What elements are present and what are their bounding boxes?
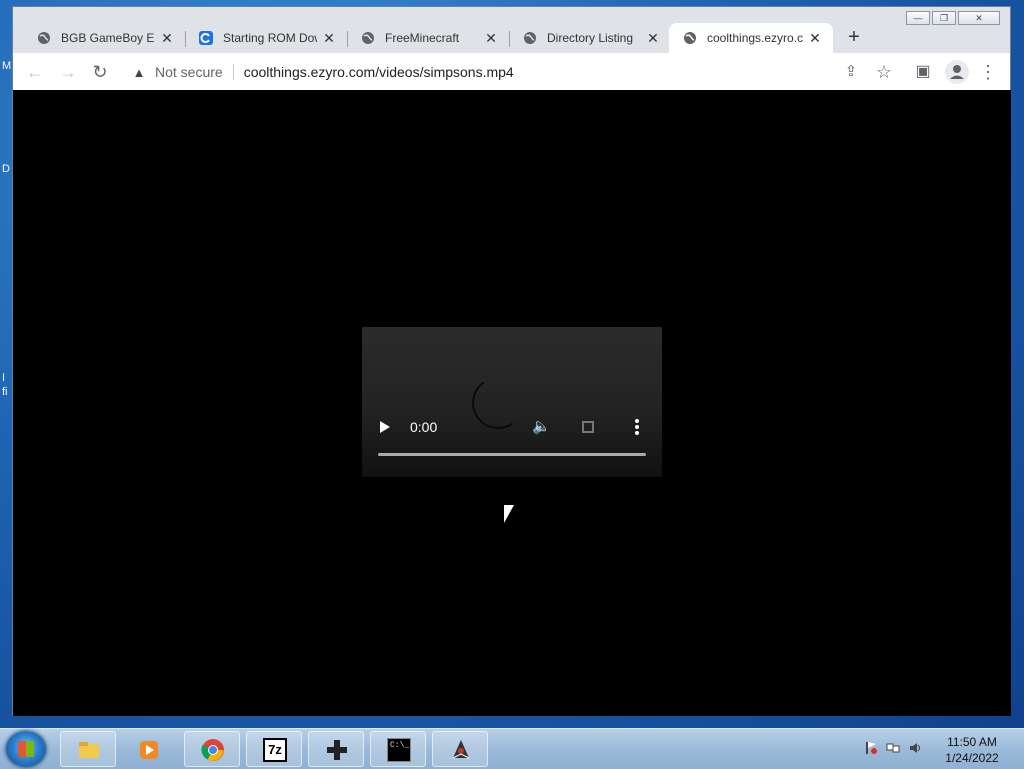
taskbar-7zip[interactable]: 7z bbox=[246, 731, 302, 767]
security-status[interactable]: Not secure bbox=[155, 64, 223, 80]
tab-close-button[interactable]: ✕ bbox=[159, 30, 175, 47]
tab-title: Directory Listing bbox=[547, 31, 634, 45]
side-panel-icon[interactable]: ▣ bbox=[913, 62, 933, 82]
flag-icon[interactable] bbox=[864, 741, 878, 755]
progress-track[interactable] bbox=[378, 453, 646, 456]
tab-starting-rom[interactable]: Starting ROM Dow ✕ bbox=[185, 23, 347, 53]
tab-title: coolthings.ezyro.c bbox=[707, 31, 803, 45]
globe-icon bbox=[38, 32, 50, 44]
tab-close-button[interactable]: ✕ bbox=[321, 30, 337, 47]
fullscreen-icon[interactable] bbox=[582, 421, 594, 433]
tab-directory-listing[interactable]: Directory Listing ✕ bbox=[509, 23, 671, 53]
refresh-site-icon bbox=[199, 31, 213, 45]
url-text[interactable]: coolthings.ezyro.com/videos/simpsons.mp4 bbox=[244, 64, 514, 80]
menu-kebab-icon[interactable]: ⋮ bbox=[978, 62, 998, 82]
globe-icon bbox=[684, 32, 696, 44]
omnibox-divider bbox=[232, 64, 234, 80]
taskbar-java[interactable] bbox=[432, 731, 488, 767]
tab-close-button[interactable]: ✕ bbox=[807, 30, 823, 47]
warning-icon[interactable]: ▲ bbox=[131, 65, 147, 80]
network-icon[interactable] bbox=[886, 741, 900, 755]
desktop-icon-label: fi bbox=[2, 386, 8, 398]
video-time: 0:00 bbox=[410, 419, 438, 435]
globe-icon bbox=[362, 32, 374, 44]
cmd-icon: C:\_ bbox=[387, 738, 411, 762]
desktop-icon-label: D bbox=[2, 163, 10, 175]
more-options-icon[interactable] bbox=[635, 419, 639, 437]
taskbar-file-explorer[interactable] bbox=[60, 731, 116, 767]
system-clock[interactable]: 11:50 AM 1/24/2022 bbox=[930, 734, 1014, 766]
file-explorer-icon bbox=[79, 742, 99, 758]
tab-coolthings[interactable]: coolthings.ezyro.c ✕ bbox=[669, 23, 833, 53]
mouse-cursor-icon bbox=[504, 505, 514, 523]
share-icon[interactable]: ⇪ bbox=[841, 62, 861, 82]
browser-toolbar: ← → ↻ ▲ Not secure coolthings.ezyro.com/… bbox=[13, 53, 1010, 90]
browser-window: — ❐ ✕ BGB GameBoy Em ✕ Starting ROM Dow … bbox=[12, 6, 1011, 716]
windows-logo-icon bbox=[18, 741, 34, 757]
clock-date: 1/24/2022 bbox=[945, 751, 999, 765]
tab-title: Starting ROM Dow bbox=[223, 31, 317, 45]
gamepad-icon bbox=[327, 740, 347, 760]
taskbar-cmd[interactable]: C:\_ bbox=[370, 731, 426, 767]
taskbar-media-player[interactable] bbox=[120, 731, 176, 767]
7zip-icon: 7z bbox=[263, 738, 287, 762]
media-player-icon bbox=[140, 741, 158, 759]
address-bar[interactable]: ▲ Not secure coolthings.ezyro.com/videos… bbox=[123, 58, 863, 86]
globe-icon bbox=[524, 32, 536, 44]
profile-avatar[interactable] bbox=[945, 60, 969, 84]
person-icon bbox=[950, 65, 964, 79]
taskbar-gamepad[interactable] bbox=[308, 731, 364, 767]
play-icon[interactable] bbox=[380, 421, 390, 433]
java-icon bbox=[452, 740, 470, 759]
start-button[interactable] bbox=[6, 731, 46, 767]
video-player[interactable]: 0:00 🔈 bbox=[362, 327, 662, 477]
taskbar-chrome[interactable] bbox=[184, 731, 240, 767]
system-tray bbox=[864, 741, 922, 755]
tab-freeminecraft[interactable]: FreeMinecraft ✕ bbox=[347, 23, 509, 53]
chrome-icon bbox=[201, 739, 224, 761]
forward-button[interactable]: → bbox=[58, 62, 78, 82]
desktop-icon-label: M bbox=[2, 60, 12, 72]
loading-spinner-icon bbox=[467, 372, 529, 434]
back-button[interactable]: ← bbox=[25, 62, 45, 82]
bookmark-star-icon[interactable]: ☆ bbox=[874, 62, 894, 82]
clock-time: 11:50 AM bbox=[947, 735, 997, 749]
tab-close-button[interactable]: ✕ bbox=[645, 30, 661, 47]
tab-bgb-gameboy[interactable]: BGB GameBoy Em ✕ bbox=[23, 23, 185, 53]
volume-icon[interactable] bbox=[908, 741, 922, 755]
tab-title: FreeMinecraft bbox=[385, 31, 460, 45]
taskbar: 7z C:\_ 11:50 AM 1/24/2022 bbox=[0, 728, 1024, 769]
new-tab-button[interactable]: + bbox=[844, 23, 864, 53]
tab-title: BGB GameBoy Em bbox=[61, 31, 155, 45]
desktop-icon-label: I bbox=[2, 372, 6, 384]
page-content: 0:00 🔈 bbox=[13, 90, 1011, 716]
volume-icon[interactable]: 🔈 bbox=[532, 417, 551, 435]
tab-close-button[interactable]: ✕ bbox=[483, 30, 499, 47]
reload-button[interactable]: ↻ bbox=[90, 62, 110, 82]
